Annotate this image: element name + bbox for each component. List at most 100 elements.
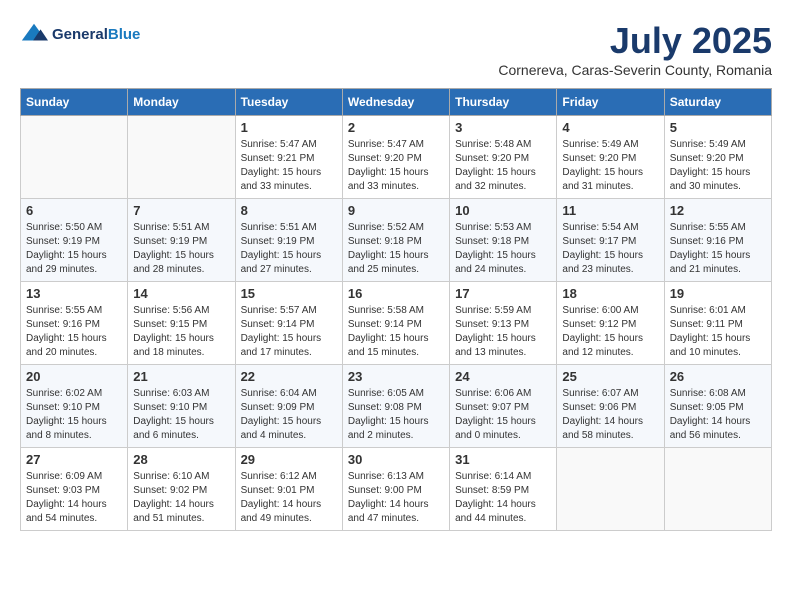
calendar-cell: 2 Sunrise: 5:47 AM Sunset: 9:20 PM Daylig… bbox=[342, 116, 449, 199]
day-detail: Sunrise: 6:04 AM Sunset: 9:09 PM Dayligh… bbox=[241, 387, 337, 443]
calendar-week-3: 13Sunrise: 5:55 AM Sunset: 9:16 PM Dayli… bbox=[21, 282, 772, 365]
month-title: July 2025 bbox=[498, 20, 772, 62]
calendar-cell: 21 Sunrise: 6:03 AM Sunset: 9:10 PM Dayli… bbox=[128, 365, 235, 448]
day-number: 6 bbox=[26, 203, 122, 218]
calendar-cell: 17Sunrise: 5:59 AM Sunset: 9:13 PM Dayli… bbox=[450, 282, 557, 365]
calendar-cell bbox=[21, 116, 128, 199]
calendar-cell: 1 Sunrise: 5:47 AM Sunset: 9:21 PM Daylig… bbox=[235, 116, 342, 199]
day-detail: Sunrise: 6:00 AM Sunset: 9:12 PM Dayligh… bbox=[562, 304, 658, 360]
day-number: 12 bbox=[670, 203, 766, 218]
calendar-cell: 10 Sunrise: 5:53 AM Sunset: 9:18 PM Dayli… bbox=[450, 199, 557, 282]
day-detail: Sunrise: 5:47 AM Sunset: 9:20 PM Dayligh… bbox=[348, 138, 444, 194]
header-row: Sunday Monday Tuesday Wednesday Thursday… bbox=[21, 89, 772, 116]
day-number: 16 bbox=[348, 286, 444, 301]
day-detail: Sunrise: 5:52 AM Sunset: 9:18 PM Dayligh… bbox=[348, 221, 444, 277]
day-detail: Sunrise: 5:47 AM Sunset: 9:21 PM Dayligh… bbox=[241, 138, 337, 194]
day-number: 9 bbox=[348, 203, 444, 218]
day-detail: Sunrise: 5:48 AM Sunset: 9:20 PM Dayligh… bbox=[455, 138, 551, 194]
day-number: 1 bbox=[241, 120, 337, 135]
subtitle: Cornereva, Caras-Severin County, Romania bbox=[498, 62, 772, 78]
day-detail: Sunrise: 6:14 AM Sunset: 8:59 PM Dayligh… bbox=[455, 470, 551, 526]
day-detail: Sunrise: 6:08 AM Sunset: 9:05 PM Dayligh… bbox=[670, 387, 766, 443]
day-number: 26 bbox=[670, 369, 766, 384]
day-detail: Sunrise: 6:02 AM Sunset: 9:10 PM Dayligh… bbox=[26, 387, 122, 443]
day-detail: Sunrise: 6:12 AM Sunset: 9:01 PM Dayligh… bbox=[241, 470, 337, 526]
day-number: 23 bbox=[348, 369, 444, 384]
logo: GeneralBlue bbox=[20, 20, 140, 48]
calendar-cell: 16 Sunrise: 5:58 AM Sunset: 9:14 PM Dayli… bbox=[342, 282, 449, 365]
title-section: July 2025 Cornereva, Caras-Severin Count… bbox=[498, 20, 772, 78]
calendar-cell: 29 Sunrise: 6:12 AM Sunset: 9:01 PM Dayli… bbox=[235, 448, 342, 531]
day-number: 2 bbox=[348, 120, 444, 135]
calendar-cell: 15 Sunrise: 5:57 AM Sunset: 9:14 PM Dayli… bbox=[235, 282, 342, 365]
day-detail: Sunrise: 5:49 AM Sunset: 9:20 PM Dayligh… bbox=[562, 138, 658, 194]
calendar-cell bbox=[128, 116, 235, 199]
calendar-cell: 20 Sunrise: 6:02 AM Sunset: 9:10 PM Dayli… bbox=[21, 365, 128, 448]
calendar-week-4: 20 Sunrise: 6:02 AM Sunset: 9:10 PM Dayli… bbox=[21, 365, 772, 448]
day-detail: Sunrise: 5:51 AM Sunset: 9:19 PM Dayligh… bbox=[241, 221, 337, 277]
logo-text: GeneralBlue bbox=[52, 26, 140, 43]
calendar-week-1: 1 Sunrise: 5:47 AM Sunset: 9:21 PM Daylig… bbox=[21, 116, 772, 199]
day-detail: Sunrise: 5:53 AM Sunset: 9:18 PM Dayligh… bbox=[455, 221, 551, 277]
calendar-cell: 12 Sunrise: 5:55 AM Sunset: 9:16 PM Dayli… bbox=[664, 199, 771, 282]
logo-icon bbox=[20, 20, 48, 48]
day-detail: Sunrise: 6:03 AM Sunset: 9:10 PM Dayligh… bbox=[133, 387, 229, 443]
day-number: 10 bbox=[455, 203, 551, 218]
col-friday: Friday bbox=[557, 89, 664, 116]
calendar-cell: 28 Sunrise: 6:10 AM Sunset: 9:02 PM Dayli… bbox=[128, 448, 235, 531]
day-detail: Sunrise: 5:58 AM Sunset: 9:14 PM Dayligh… bbox=[348, 304, 444, 360]
day-number: 17 bbox=[455, 286, 551, 301]
col-wednesday: Wednesday bbox=[342, 89, 449, 116]
day-number: 8 bbox=[241, 203, 337, 218]
calendar-cell: 23 Sunrise: 6:05 AM Sunset: 9:08 PM Dayli… bbox=[342, 365, 449, 448]
day-number: 22 bbox=[241, 369, 337, 384]
calendar-cell: 9 Sunrise: 5:52 AM Sunset: 9:18 PM Daylig… bbox=[342, 199, 449, 282]
day-number: 28 bbox=[133, 452, 229, 467]
day-number: 25 bbox=[562, 369, 658, 384]
day-detail: Sunrise: 5:55 AM Sunset: 9:16 PM Dayligh… bbox=[26, 304, 122, 360]
calendar-cell: 7 Sunrise: 5:51 AM Sunset: 9:19 PM Daylig… bbox=[128, 199, 235, 282]
day-number: 21 bbox=[133, 369, 229, 384]
calendar-week-5: 27Sunrise: 6:09 AM Sunset: 9:03 PM Dayli… bbox=[21, 448, 772, 531]
day-number: 4 bbox=[562, 120, 658, 135]
day-number: 5 bbox=[670, 120, 766, 135]
day-number: 30 bbox=[348, 452, 444, 467]
calendar-cell: 8 Sunrise: 5:51 AM Sunset: 9:19 PM Daylig… bbox=[235, 199, 342, 282]
day-number: 31 bbox=[455, 452, 551, 467]
calendar-cell: 26 Sunrise: 6:08 AM Sunset: 9:05 PM Dayli… bbox=[664, 365, 771, 448]
day-number: 29 bbox=[241, 452, 337, 467]
calendar-cell: 6 Sunrise: 5:50 AM Sunset: 9:19 PM Daylig… bbox=[21, 199, 128, 282]
day-detail: Sunrise: 6:01 AM Sunset: 9:11 PM Dayligh… bbox=[670, 304, 766, 360]
col-saturday: Saturday bbox=[664, 89, 771, 116]
day-detail: Sunrise: 6:05 AM Sunset: 9:08 PM Dayligh… bbox=[348, 387, 444, 443]
day-detail: Sunrise: 5:55 AM Sunset: 9:16 PM Dayligh… bbox=[670, 221, 766, 277]
day-detail: Sunrise: 5:50 AM Sunset: 9:19 PM Dayligh… bbox=[26, 221, 122, 277]
col-sunday: Sunday bbox=[21, 89, 128, 116]
calendar-week-2: 6 Sunrise: 5:50 AM Sunset: 9:19 PM Daylig… bbox=[21, 199, 772, 282]
col-thursday: Thursday bbox=[450, 89, 557, 116]
calendar-cell: 11Sunrise: 5:54 AM Sunset: 9:17 PM Dayli… bbox=[557, 199, 664, 282]
day-number: 19 bbox=[670, 286, 766, 301]
calendar-cell: 3Sunrise: 5:48 AM Sunset: 9:20 PM Daylig… bbox=[450, 116, 557, 199]
day-detail: Sunrise: 5:57 AM Sunset: 9:14 PM Dayligh… bbox=[241, 304, 337, 360]
calendar-cell: 27Sunrise: 6:09 AM Sunset: 9:03 PM Dayli… bbox=[21, 448, 128, 531]
day-detail: Sunrise: 6:10 AM Sunset: 9:02 PM Dayligh… bbox=[133, 470, 229, 526]
day-number: 7 bbox=[133, 203, 229, 218]
day-detail: Sunrise: 6:06 AM Sunset: 9:07 PM Dayligh… bbox=[455, 387, 551, 443]
calendar-cell: 5Sunrise: 5:49 AM Sunset: 9:20 PM Daylig… bbox=[664, 116, 771, 199]
col-tuesday: Tuesday bbox=[235, 89, 342, 116]
calendar-cell: 24Sunrise: 6:06 AM Sunset: 9:07 PM Dayli… bbox=[450, 365, 557, 448]
day-number: 27 bbox=[26, 452, 122, 467]
day-number: 20 bbox=[26, 369, 122, 384]
calendar-cell: 25 Sunrise: 6:07 AM Sunset: 9:06 PM Dayli… bbox=[557, 365, 664, 448]
calendar-cell bbox=[664, 448, 771, 531]
calendar-table: Sunday Monday Tuesday Wednesday Thursday… bbox=[20, 88, 772, 531]
day-number: 14 bbox=[133, 286, 229, 301]
calendar-cell: 4 Sunrise: 5:49 AM Sunset: 9:20 PM Daylig… bbox=[557, 116, 664, 199]
day-detail: Sunrise: 6:07 AM Sunset: 9:06 PM Dayligh… bbox=[562, 387, 658, 443]
day-number: 15 bbox=[241, 286, 337, 301]
day-detail: Sunrise: 5:54 AM Sunset: 9:17 PM Dayligh… bbox=[562, 221, 658, 277]
day-detail: Sunrise: 5:51 AM Sunset: 9:19 PM Dayligh… bbox=[133, 221, 229, 277]
page-header: GeneralBlue July 2025 Cornereva, Caras-S… bbox=[20, 20, 772, 78]
day-detail: Sunrise: 6:13 AM Sunset: 9:00 PM Dayligh… bbox=[348, 470, 444, 526]
